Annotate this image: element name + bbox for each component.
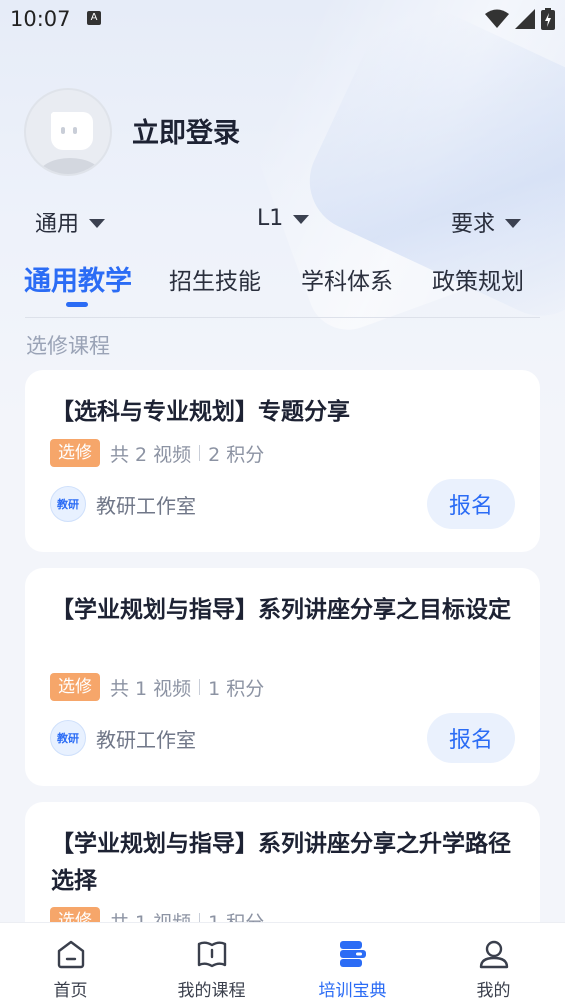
nav-mine[interactable]: 我的: [423, 923, 564, 1004]
elective-tag: 选修: [50, 673, 100, 701]
wifi-icon: [485, 9, 509, 28]
home-icon: [54, 937, 88, 971]
status-bar: 10:07 A: [0, 0, 565, 38]
elective-tag: 选修: [50, 439, 100, 467]
course-meta: 选修 共 2 视频 2 积分: [50, 439, 264, 467]
tab-subject-system[interactable]: 学科体系: [301, 262, 393, 296]
course-card[interactable]: 【学业规划与指导】系列讲座分享之目标设定 选修 共 1 视频 1 积分 教研 教…: [25, 568, 540, 786]
filter-requirement[interactable]: 要求: [451, 206, 522, 238]
course-author: 教研 教研工作室: [50, 486, 196, 522]
points: 2 积分: [208, 443, 265, 466]
nav-label: 培训宝典: [318, 981, 387, 1001]
tab-general-teaching[interactable]: 通用教学: [24, 259, 132, 298]
course-title: 【学业规划与指导】系列讲座分享之升学路径选择: [51, 831, 511, 894]
login-link[interactable]: 立即登录: [132, 111, 240, 150]
tab-enrollment-skills[interactable]: 招生技能: [169, 262, 261, 296]
tab-policy-planning[interactable]: 政策规划: [432, 262, 524, 296]
avatar[interactable]: [24, 88, 112, 176]
nav-label: 首页: [53, 981, 88, 1001]
section-title: 选修课程: [26, 334, 110, 358]
status-time: 10:07: [10, 7, 71, 31]
author-name: 教研工作室: [96, 493, 196, 518]
book-icon: [195, 937, 229, 971]
video-count: 共 2 视频: [110, 443, 192, 466]
nav-training-guide[interactable]: 培训宝典: [282, 923, 423, 1004]
signal-icon: [515, 9, 535, 29]
author-name: 教研工作室: [96, 727, 196, 752]
notification-icon: A: [87, 11, 101, 25]
course-title: 【学业规划与指导】系列讲座分享之目标设定: [51, 597, 511, 623]
author-logo: 教研: [50, 486, 86, 522]
category-tabs: 通用教学 招生技能 学科体系 政策规划: [0, 262, 565, 318]
tab-indicator: [66, 302, 88, 307]
course-title: 【选科与专业规划】专题分享: [51, 399, 350, 425]
separator: [199, 445, 201, 461]
course-meta: 选修 共 1 视频 1 积分: [50, 673, 264, 701]
filter-label: L1: [257, 206, 284, 231]
status-icons: [485, 8, 555, 30]
filter-label: 通用: [35, 212, 80, 237]
video-count: 共 1 视频: [110, 677, 192, 700]
signup-button[interactable]: 报名: [427, 479, 515, 529]
course-author: 教研 教研工作室: [50, 720, 196, 756]
caret-down-icon: [293, 215, 310, 224]
stack-icon: [336, 937, 370, 971]
default-avatar-icon: [38, 112, 102, 174]
filter-label: 要求: [451, 212, 496, 237]
course-card[interactable]: 【选科与专业规划】专题分享 选修 共 2 视频 2 积分 教研 教研工作室 报名: [25, 370, 540, 552]
divider: [25, 317, 540, 318]
author-logo: 教研: [50, 720, 86, 756]
nav-my-courses[interactable]: 我的课程: [141, 923, 282, 1004]
filter-level[interactable]: L1: [257, 206, 310, 231]
separator: [199, 679, 201, 695]
battery-icon: [541, 8, 555, 30]
nav-home[interactable]: 首页: [0, 923, 141, 1004]
nav-label: 我的课程: [177, 981, 246, 1001]
person-icon: [477, 937, 511, 971]
bottom-nav: 首页 我的课程 培训宝典 我的: [0, 922, 565, 1004]
points: 1 积分: [208, 677, 265, 700]
caret-down-icon: [89, 218, 106, 228]
caret-down-icon: [505, 218, 522, 228]
filter-general[interactable]: 通用: [35, 206, 106, 238]
signup-button[interactable]: 报名: [427, 713, 515, 763]
nav-label: 我的: [476, 981, 511, 1001]
